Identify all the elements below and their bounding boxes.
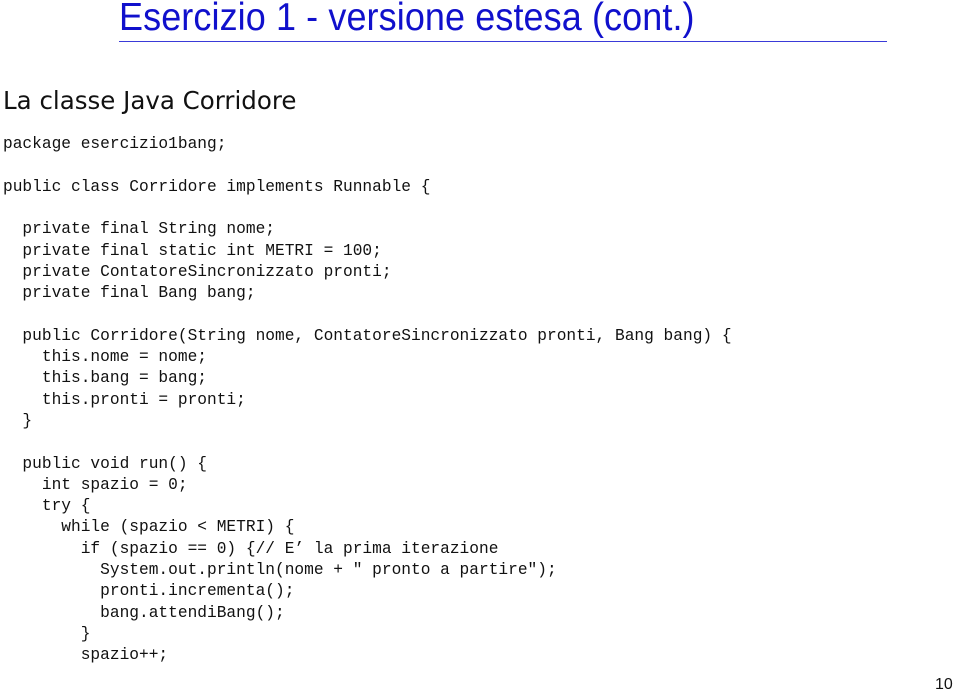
code-line: this.nome = nome; <box>3 348 207 366</box>
code-line: } <box>3 624 91 643</box>
code-line: if (spazio == 0) {// E’ la prima iterazi… <box>3 539 499 558</box>
section-heading: La classe Java Corridore <box>3 86 297 115</box>
code-line: this.pronti = pronti; <box>3 390 246 409</box>
code-line: System.out.println(nome + " pronto a par… <box>3 561 557 579</box>
code-line: int spazio = 0; <box>3 475 188 494</box>
code-line: private final static int METRI = 100; <box>3 241 382 260</box>
code-line: private final String nome; <box>3 220 275 239</box>
code-line: private ContatoreSincronizzato pronti; <box>3 262 392 281</box>
code-line: try { <box>3 497 91 516</box>
title-underline-divider <box>119 41 887 42</box>
code-line: bang.attendiBang(); <box>3 603 285 622</box>
code-line: public Corridore(String nome, ContatoreS… <box>3 326 732 345</box>
slide-title: Esercizio 1 - versione estesa (cont.) <box>119 0 695 39</box>
code-line: public void run() { <box>3 454 207 473</box>
code-line: pronti.incrementa(); <box>3 582 295 601</box>
page-number: 10 <box>935 676 953 693</box>
code-line: spazio++; <box>3 646 169 665</box>
code-line: } <box>3 411 33 430</box>
code-line: while (spazio < METRI) { <box>3 518 295 537</box>
code-line: public class Corridore implements Runnab… <box>3 177 431 196</box>
code-line: private final Bang bang; <box>3 284 256 303</box>
code-line: this.bang = bang; <box>3 369 207 388</box>
code-line: package esercizio1bang; <box>3 135 227 153</box>
